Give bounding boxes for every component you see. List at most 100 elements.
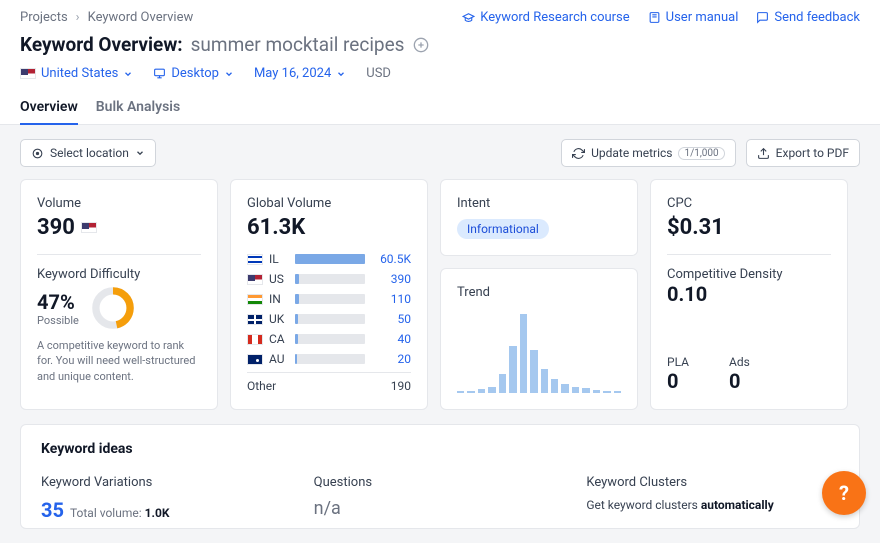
volume-card: Volume 390 Keyword Difficulty 47% Possib… bbox=[20, 179, 218, 410]
kd-label: Keyword Difficulty bbox=[37, 267, 201, 282]
chevron-down-icon bbox=[123, 69, 133, 79]
tab-bulk-analysis[interactable]: Bulk Analysis bbox=[96, 91, 180, 124]
gv-row[interactable]: IN 110 bbox=[247, 292, 411, 306]
trend-bar bbox=[530, 350, 537, 393]
breadcrumb-current: Keyword Overview bbox=[88, 10, 194, 25]
chevron-down-icon bbox=[135, 148, 145, 158]
kd-donut-chart bbox=[91, 286, 135, 330]
chevron-down-icon bbox=[336, 69, 346, 79]
gv-row[interactable]: US390 bbox=[247, 272, 411, 286]
gv-value: 60.5K bbox=[371, 252, 411, 266]
graduation-cap-icon bbox=[462, 11, 475, 24]
gv-row[interactable]: AU20 bbox=[247, 352, 411, 366]
breadcrumb: Projects › Keyword Overview bbox=[20, 10, 193, 25]
flag-icon bbox=[247, 334, 263, 345]
send-feedback-link[interactable]: Send feedback bbox=[756, 10, 860, 25]
gv-country-code: US bbox=[269, 272, 289, 286]
add-keyword-icon[interactable] bbox=[413, 37, 429, 53]
desktop-icon bbox=[153, 67, 166, 80]
trend-card: Trend bbox=[440, 268, 638, 410]
gv-value: 20 bbox=[371, 352, 411, 366]
trend-bar bbox=[467, 391, 474, 393]
intent-label: Intent bbox=[457, 196, 621, 211]
export-pdf-button[interactable]: Export to PDF bbox=[746, 139, 860, 167]
gv-country-code: IL bbox=[269, 252, 289, 266]
variations-count[interactable]: 35 bbox=[41, 498, 64, 522]
pla-label: PLA bbox=[667, 355, 689, 369]
trend-bar bbox=[499, 374, 506, 393]
page-title: Keyword Overview: summer mocktail recipe… bbox=[0, 29, 880, 64]
gv-row[interactable]: IL 60.5K bbox=[247, 252, 411, 266]
refresh-icon bbox=[572, 147, 585, 160]
keyword-ideas-card: Keyword ideas Keyword Variations 35 Tota… bbox=[20, 424, 860, 529]
help-fab[interactable]: ? bbox=[822, 471, 866, 515]
trend-bar bbox=[488, 387, 495, 393]
ads-label: Ads bbox=[729, 355, 750, 369]
divider bbox=[247, 372, 411, 373]
chevron-down-icon bbox=[224, 69, 234, 79]
chat-icon bbox=[756, 11, 769, 24]
keyword-research-course-link[interactable]: Keyword Research course bbox=[462, 10, 629, 25]
select-location-dropdown[interactable]: Select location bbox=[20, 139, 156, 167]
toolbar: Select location Update metrics 1/1,000 E… bbox=[20, 139, 860, 167]
chevron-right-icon: › bbox=[76, 10, 80, 25]
flag-icon bbox=[247, 274, 263, 285]
tab-overview[interactable]: Overview bbox=[20, 91, 78, 125]
gv-country-code: CA bbox=[269, 332, 289, 346]
trend-label: Trend bbox=[457, 285, 621, 300]
competitive-density-value: 0.10 bbox=[667, 282, 831, 306]
trend-bar bbox=[520, 314, 527, 393]
trend-bar bbox=[614, 391, 621, 393]
country-filter[interactable]: United States bbox=[20, 66, 133, 81]
flag-icon bbox=[247, 294, 263, 305]
volume-value: 390 bbox=[37, 215, 75, 240]
gv-other-value: 190 bbox=[391, 379, 411, 393]
gv-bar bbox=[295, 274, 365, 284]
tabs: Overview Bulk Analysis bbox=[0, 91, 880, 125]
gv-row[interactable]: UK 50 bbox=[247, 312, 411, 326]
update-count-badge: 1/1,000 bbox=[678, 147, 724, 160]
gv-row[interactable]: CA40 bbox=[247, 332, 411, 346]
questions-title: Questions bbox=[314, 475, 567, 490]
target-icon bbox=[31, 147, 44, 160]
divider bbox=[667, 254, 831, 255]
gv-other-label: Other bbox=[247, 379, 276, 393]
volume-label: Volume bbox=[37, 196, 201, 211]
device-filter[interactable]: Desktop bbox=[153, 66, 234, 81]
gv-country-code: IN bbox=[269, 292, 289, 306]
breadcrumb-projects[interactable]: Projects bbox=[20, 10, 68, 25]
intent-chip[interactable]: Informational bbox=[457, 219, 549, 239]
ads-value: 0 bbox=[729, 369, 750, 393]
divider bbox=[37, 254, 201, 255]
trend-bar bbox=[572, 387, 579, 393]
keyword-ideas-title: Keyword ideas bbox=[41, 441, 839, 457]
gv-value: 50 bbox=[371, 312, 411, 326]
cpc-value: $0.31 bbox=[667, 215, 831, 240]
flag-icon bbox=[247, 254, 263, 265]
trend-bar bbox=[593, 390, 600, 393]
user-manual-link[interactable]: User manual bbox=[648, 10, 739, 25]
trend-bar bbox=[551, 379, 558, 393]
currency-label: USD bbox=[366, 66, 391, 81]
pla-value: 0 bbox=[667, 369, 689, 393]
kd-description: A competitive keyword to rank for. You w… bbox=[37, 338, 201, 384]
flag-us-icon bbox=[20, 68, 36, 79]
intent-card: Intent Informational bbox=[440, 179, 638, 256]
gv-bar bbox=[295, 354, 365, 364]
flag-icon bbox=[247, 354, 263, 365]
trend-chart bbox=[457, 314, 621, 393]
kd-percent: 47% bbox=[37, 290, 79, 314]
global-volume-card: Global Volume 61.3K IL60.5KUS390IN110UK5… bbox=[230, 179, 428, 410]
questions-value: n/a bbox=[314, 498, 567, 519]
update-metrics-button[interactable]: Update metrics 1/1,000 bbox=[561, 139, 736, 167]
gv-country-code: UK bbox=[269, 312, 289, 326]
upload-icon bbox=[757, 147, 770, 160]
date-filter[interactable]: May 16, 2024 bbox=[254, 66, 346, 81]
competitive-density-label: Competitive Density bbox=[667, 267, 831, 282]
gv-value: 110 bbox=[371, 292, 411, 306]
trend-bar bbox=[478, 389, 485, 393]
trend-bar bbox=[582, 388, 589, 393]
gv-bar bbox=[295, 294, 365, 304]
global-volume-label: Global Volume bbox=[247, 196, 411, 211]
flag-icon bbox=[247, 314, 263, 325]
